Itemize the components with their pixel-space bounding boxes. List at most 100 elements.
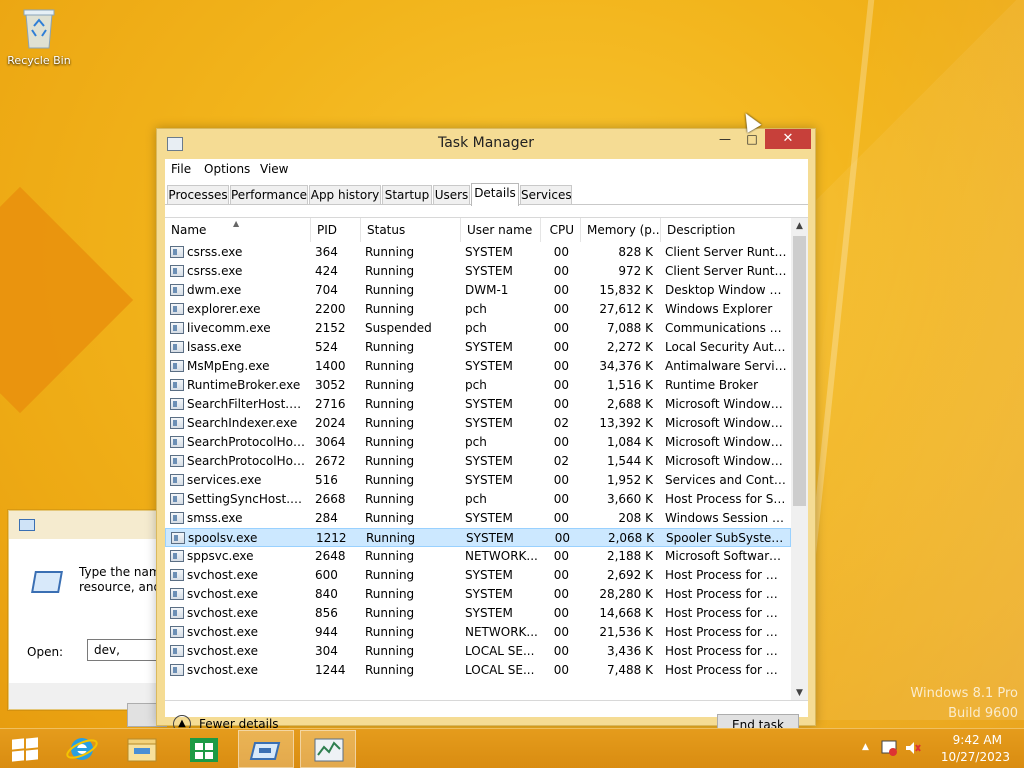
cell-pid: 2716 [315, 397, 346, 411]
process-icon [170, 398, 184, 410]
clock-date[interactable]: 10/27/2023 [941, 750, 1010, 764]
table-row[interactable]: SettingSyncHost.exe 2668 Running pch 00 3,660… [165, 490, 791, 509]
cell-memory: 2,688 K [606, 397, 653, 411]
table-row[interactable]: dwm.exe 704 Running DWM-1 00 15,832 K Desktop … [165, 281, 791, 300]
cell-status: Running [365, 644, 415, 658]
table-row[interactable]: livecomm.exe 2152 Suspended pch 00 7,088 K Com… [165, 319, 791, 338]
cell-pid: 1400 [315, 359, 346, 373]
column-status[interactable]: Status [361, 218, 461, 242]
tab-app-history[interactable]: App history [309, 185, 381, 205]
taskbar-internet-explorer[interactable] [54, 730, 110, 768]
taskbar-file-explorer[interactable] [114, 730, 170, 768]
taskbar-store[interactable] [176, 730, 232, 768]
cell-name: SearchIndexer.exe [187, 416, 298, 430]
cell-memory: 14,668 K [599, 606, 653, 620]
close-button[interactable]: ✕ [765, 129, 811, 149]
table-row[interactable]: RuntimeBroker.exe 3052 Running pch 00 1,516 K… [165, 376, 791, 395]
table-row[interactable]: csrss.exe 424 Running SYSTEM 00 972 K Client S… [165, 262, 791, 281]
menu-view[interactable]: View [260, 162, 288, 176]
cell-name: svchost.exe [187, 606, 258, 620]
table-row[interactable]: services.exe 516 Running SYSTEM 00 1,952 K Ser… [165, 471, 791, 490]
scroll-down-icon[interactable]: ▼ [791, 685, 808, 700]
taskbar-run[interactable] [238, 730, 294, 768]
cell-status: Running [366, 531, 416, 545]
menu-options[interactable]: Options [204, 162, 250, 176]
process-icon [170, 664, 184, 676]
table-row[interactable]: MsMpEng.exe 1400 Running SYSTEM 00 34,376 K An… [165, 357, 791, 376]
cell-pid: 2648 [315, 549, 346, 563]
tab-processes[interactable]: Processes [167, 185, 229, 205]
cell-memory: 828 K [618, 245, 653, 259]
column-description[interactable]: Description [661, 218, 791, 242]
column-memory[interactable]: Memory (p... [581, 218, 661, 242]
cell-name: dwm.exe [187, 283, 242, 297]
column-cpu[interactable]: CPU [541, 218, 581, 242]
menu-file[interactable]: File [171, 162, 191, 176]
table-row[interactable]: SearchIndexer.exe 2024 Running SYSTEM 02 13,3… [165, 414, 791, 433]
tab-services[interactable]: Services [520, 185, 572, 205]
process-icon [170, 607, 184, 619]
maximize-button[interactable]: □ [738, 129, 766, 149]
cell-name: svchost.exe [187, 644, 258, 658]
recycle-bin-shortcut[interactable]: Recycle Bin [6, 6, 72, 67]
cell-description: Host Process for Set... [665, 492, 787, 506]
cell-memory: 1,084 K [606, 435, 653, 449]
task-manager-titlebar[interactable]: Task Manager — □ ✕ [157, 129, 815, 159]
taskbar-task-manager[interactable] [300, 730, 356, 768]
column-pid[interactable]: PID [311, 218, 361, 242]
show-hidden-icons-icon[interactable]: ▲ [862, 742, 869, 752]
tab-users[interactable]: Users [433, 185, 470, 205]
cell-cpu: 00 [553, 606, 569, 620]
scroll-up-icon[interactable]: ▲ [791, 218, 808, 235]
table-row[interactable]: SearchProtocolHost.... 2672 Running SYSTEM 0… [165, 452, 791, 471]
table-row[interactable]: explorer.exe 2200 Running pch 00 27,612 K Wind… [165, 300, 791, 319]
action-center-icon[interactable] [880, 739, 898, 757]
cell-name: csrss.exe [187, 245, 243, 259]
cell-status: Running [365, 625, 415, 639]
table-row[interactable]: smss.exe 284 Running SYSTEM 00 208 K Windows S… [165, 509, 791, 528]
column-user-name[interactable]: User name [461, 218, 541, 242]
table-row[interactable]: svchost.exe 304 Running LOCAL SE... 00 3,436 … [165, 642, 791, 661]
watermark-build: Build 9600 [948, 706, 1018, 721]
table-header: ▲ Name PID Status User name CPU Memory (… [165, 218, 791, 242]
tab-details[interactable]: Details [471, 183, 519, 206]
cell-status: Running [365, 473, 415, 487]
minimize-button[interactable]: — [711, 129, 739, 149]
scrollbar-thumb[interactable] [793, 236, 806, 506]
column-name[interactable]: ▲ Name [165, 218, 311, 242]
table-row[interactable]: svchost.exe 944 Running NETWORK... 00 21,536 … [165, 623, 791, 642]
table-row[interactable]: spoolsv.exe 1212 Running SYSTEM 00 2,068 K Spo… [165, 528, 791, 547]
table-row[interactable]: lsass.exe 524 Running SYSTEM 00 2,272 K Local … [165, 338, 791, 357]
clock-time[interactable]: 9:42 AM [953, 733, 1002, 747]
cell-description: Communications Se... [665, 321, 787, 335]
table-row[interactable]: svchost.exe 856 Running SYSTEM 00 14,668 K Hos… [165, 604, 791, 623]
table-row[interactable]: SearchFilterHost.exe 2716 Running SYSTEM 00 2… [165, 395, 791, 414]
cell-user: SYSTEM [465, 473, 513, 487]
tab-startup[interactable]: Startup [382, 185, 432, 205]
table-row[interactable]: svchost.exe 840 Running SYSTEM 00 28,280 K Hos… [165, 585, 791, 604]
process-icon [170, 645, 184, 657]
table-row[interactable]: svchost.exe 1244 Running LOCAL SE... 00 7,488… [165, 661, 791, 680]
table-row[interactable]: svchost.exe 600 Running SYSTEM 00 2,692 K Host… [165, 566, 791, 585]
process-icon [170, 341, 184, 353]
volume-muted-icon[interactable] [904, 739, 922, 757]
table-row[interactable]: csrss.exe 364 Running SYSTEM 00 828 K Client S… [165, 243, 791, 262]
cell-pid: 856 [315, 606, 338, 620]
cell-cpu: 00 [553, 473, 569, 487]
table-row[interactable]: SearchProtocolHost.... 3064 Running pch 00 1,… [165, 433, 791, 452]
cell-cpu: 00 [553, 644, 569, 658]
tab-performance[interactable]: Performance [230, 185, 308, 205]
process-icon [170, 436, 184, 448]
internet-explorer-icon [66, 738, 98, 760]
table-row[interactable]: sppsvc.exe 2648 Running NETWORK... 00 2,188 K… [165, 547, 791, 566]
vertical-scrollbar[interactable]: ▲ ▼ [791, 218, 808, 700]
run-open-label: Open: [27, 645, 64, 659]
cell-user: LOCAL SE... [465, 644, 535, 658]
start-button[interactable] [0, 730, 56, 768]
cell-description: Host Process for Wi... [665, 644, 787, 658]
cell-memory: 27,612 K [599, 302, 653, 316]
run-icon [249, 742, 281, 760]
cell-user: SYSTEM [465, 568, 513, 582]
cell-pid: 524 [315, 340, 338, 354]
process-icon [170, 379, 184, 391]
